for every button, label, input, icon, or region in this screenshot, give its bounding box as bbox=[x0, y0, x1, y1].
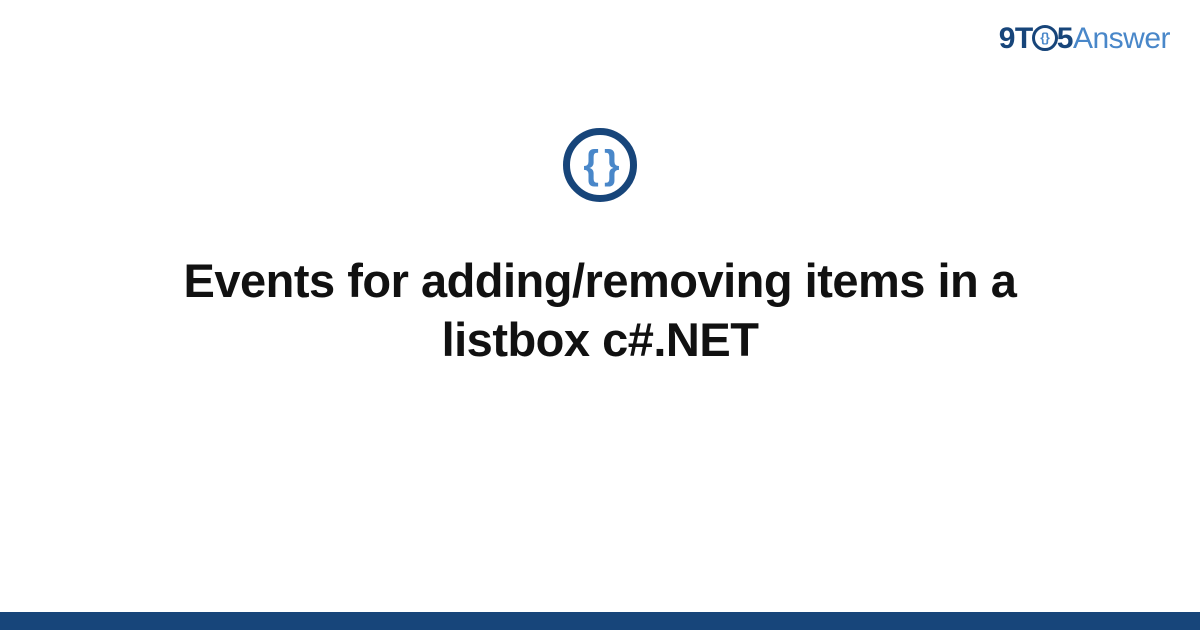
code-braces-icon: { } bbox=[563, 128, 637, 202]
logo-ring-icon: {} bbox=[1033, 22, 1057, 56]
logo-text-answer: Answer bbox=[1073, 22, 1170, 55]
footer-bar bbox=[0, 612, 1200, 630]
site-logo: 9T {} 5Answer bbox=[999, 22, 1170, 56]
logo-text-5: 5 bbox=[1057, 22, 1073, 55]
hero-content: { } Events for adding/removing items in … bbox=[0, 128, 1200, 370]
page-title: Events for adding/removing items in a li… bbox=[120, 252, 1080, 370]
logo-text-9t: 9T bbox=[999, 22, 1033, 55]
braces-glyph: { } bbox=[583, 145, 616, 185]
logo-inner-braces: {} bbox=[1040, 31, 1049, 44]
